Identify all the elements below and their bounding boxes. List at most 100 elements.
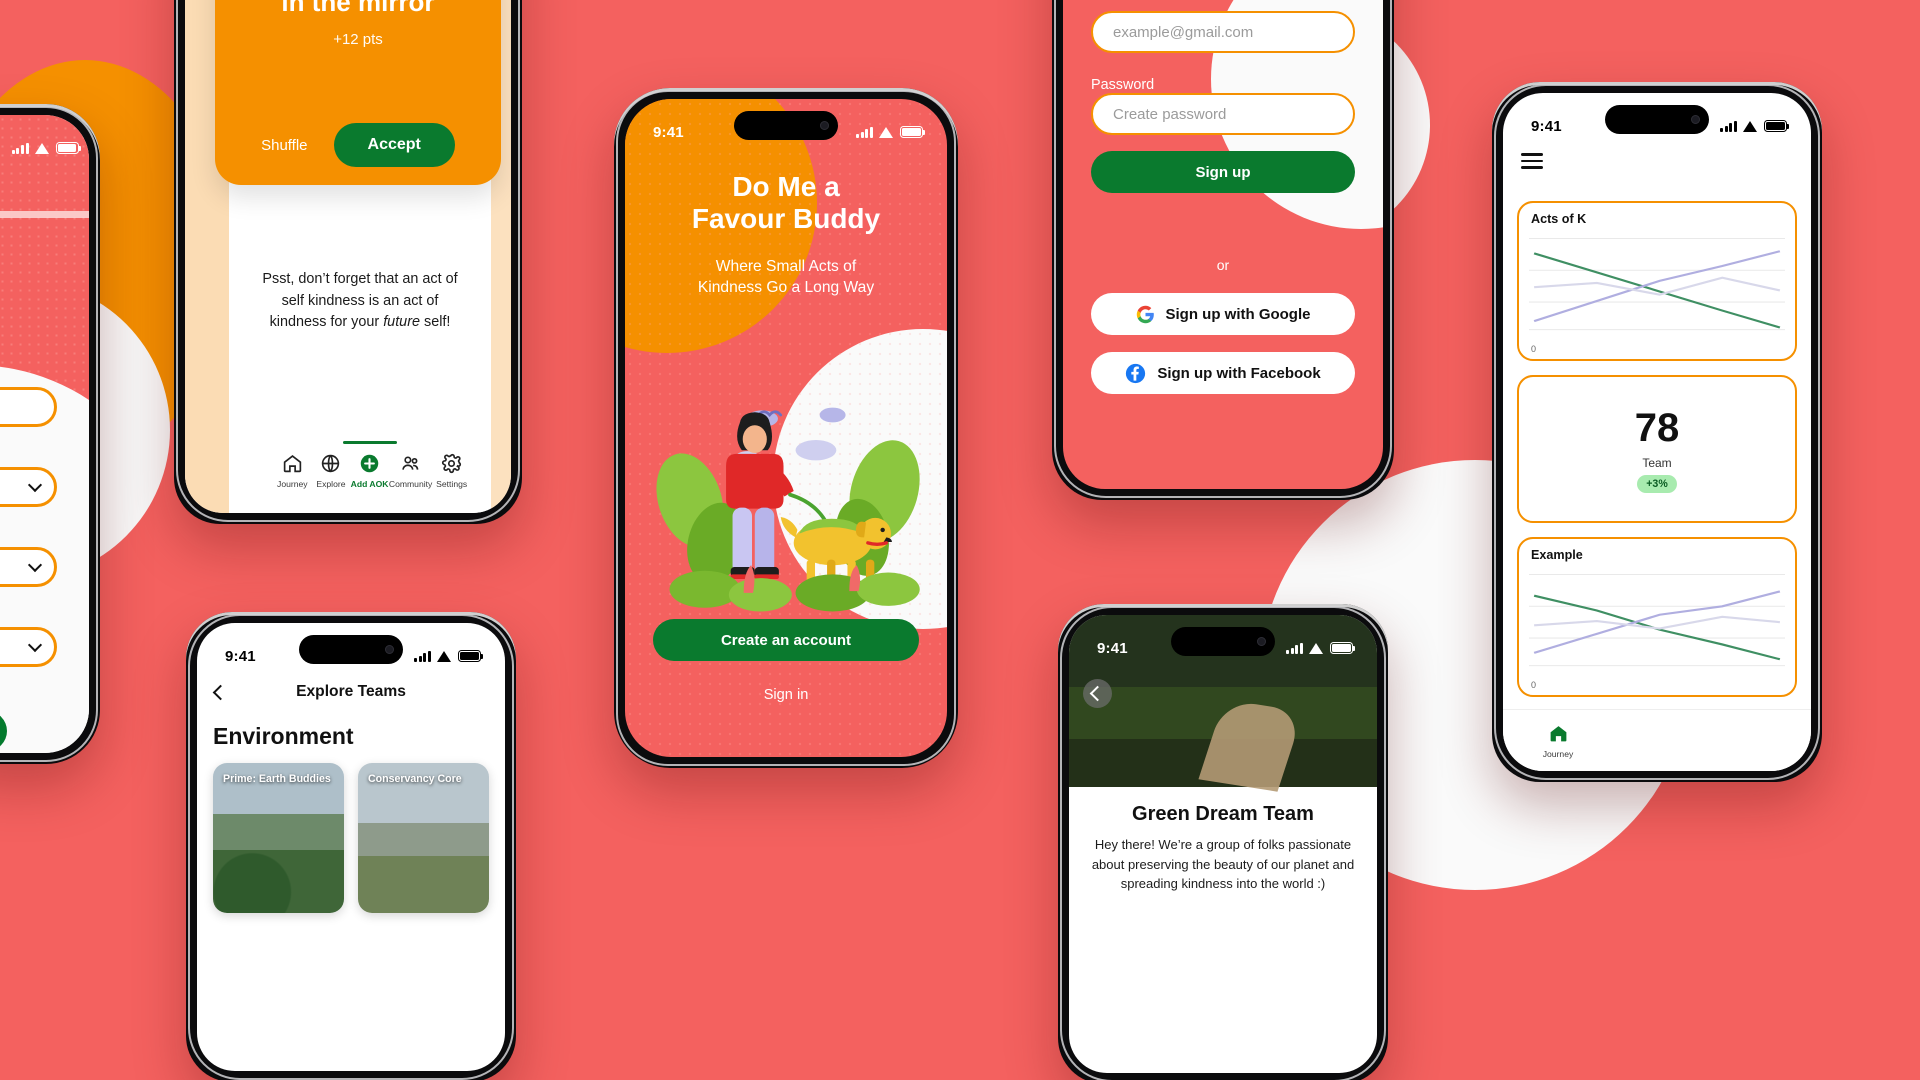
front-camera-icon bbox=[1257, 637, 1266, 646]
battery-icon bbox=[55, 142, 81, 154]
tab-journey[interactable]: Journey bbox=[1529, 723, 1587, 759]
team-card-label: Conservancy Core bbox=[368, 773, 462, 785]
screen-team-detail: 9:41 Green Dream Team Hey there! We’re a… bbox=[1069, 615, 1377, 1073]
app-title-line2: Favour Buddy bbox=[691, 203, 881, 235]
left-form-select-1[interactable] bbox=[0, 467, 57, 507]
woman-walking-dog-illustration bbox=[651, 351, 929, 631]
tab-community[interactable]: Community bbox=[389, 453, 432, 489]
battery-icon bbox=[1330, 642, 1356, 654]
status-bar: 9:41 bbox=[0, 115, 89, 167]
status-time: 9:41 bbox=[225, 647, 256, 665]
tab-settings-label: Settings bbox=[436, 479, 468, 489]
app-tagline-line2: Kindness Go a Long Way bbox=[697, 278, 875, 296]
shuffle-button[interactable]: Shuffle bbox=[261, 137, 307, 154]
bottom-tab-bar: Journey Explore Add AOK Community Settin… bbox=[273, 441, 471, 513]
chevron-down-icon bbox=[27, 637, 43, 653]
phone-mockup-signup: example@gmail.com Password Create passwo… bbox=[1052, 0, 1394, 500]
phone-mockup-explore-teams: 9:41 Explore Teams Environment Prime: Ea… bbox=[186, 612, 516, 1080]
left-form-title-placeholder bbox=[0, 211, 89, 218]
chevron-down-icon bbox=[27, 477, 43, 493]
dashboard-stat-card: 78 Team +3% bbox=[1517, 375, 1797, 523]
gear-icon bbox=[442, 454, 462, 473]
active-tab-indicator bbox=[342, 441, 397, 444]
line-chart-2 bbox=[1529, 566, 1785, 672]
phone-mockup-dashboard: 9:41 Acts of K 0 78 Team +3% Example 0 J… bbox=[1492, 82, 1822, 782]
tab-explore[interactable]: Explore bbox=[312, 453, 351, 489]
signup-with-google-button[interactable]: Sign up with Google bbox=[1091, 293, 1355, 335]
left-form-input-0[interactable] bbox=[0, 387, 57, 427]
screen-signup: example@gmail.com Password Create passwo… bbox=[1063, 0, 1383, 489]
team-description: Hey there! We’re a group of folks passio… bbox=[1091, 837, 1355, 891]
status-time: 9:41 bbox=[1097, 639, 1128, 657]
tab-journey[interactable]: Journey bbox=[273, 453, 312, 489]
signup-with-facebook-label: Sign up with Facebook bbox=[1157, 364, 1321, 382]
home-icon bbox=[283, 455, 302, 473]
screen-add-aok: Psst, don’t forget that an act of self k… bbox=[185, 0, 511, 513]
app-tagline-line1: Where Small Acts of bbox=[715, 258, 857, 275]
stat-caption: Team bbox=[1642, 455, 1672, 470]
app-tagline: Where Small Acts of Kindness Go a Long W… bbox=[625, 257, 947, 298]
screen-explore-teams: 9:41 Explore Teams Environment Prime: Ea… bbox=[197, 623, 505, 1071]
people-icon bbox=[402, 456, 419, 470]
app-title-line1: Do Me a bbox=[732, 171, 840, 202]
dynamic-island bbox=[734, 111, 838, 140]
email-field[interactable]: example@gmail.com bbox=[1091, 11, 1355, 53]
screen-left-form: 9:41 bbox=[0, 115, 89, 753]
signal-bars-icon bbox=[414, 650, 431, 662]
signal-bars-icon bbox=[11, 142, 29, 154]
battery-icon bbox=[1764, 120, 1790, 132]
team-card-list: Prime: Earth Buddies Conservancy Core bbox=[213, 763, 489, 913]
aok-suggestion-card: Smile at yourself in the mirror +12 pts … bbox=[215, 0, 501, 185]
signup-button[interactable]: Sign up bbox=[1091, 151, 1355, 193]
left-form-select-3[interactable] bbox=[0, 627, 57, 667]
left-form-select-2[interactable] bbox=[0, 547, 57, 587]
home-icon bbox=[1550, 725, 1566, 741]
team-card-label: Prime: Earth Buddies bbox=[223, 773, 331, 785]
sign-in-link[interactable]: Sign in bbox=[625, 687, 947, 703]
tab-add-aok-label: Add AOK bbox=[350, 479, 389, 489]
back-button[interactable] bbox=[1083, 679, 1112, 708]
chart-card-1-axis-zero: 0 bbox=[1531, 344, 1537, 354]
signal-bars-icon bbox=[1286, 642, 1303, 654]
front-camera-icon bbox=[1691, 115, 1700, 124]
aok-note-suffix: self! bbox=[420, 314, 451, 331]
aok-content-area: Psst, don’t forget that an act of self k… bbox=[229, 205, 491, 513]
wifi-icon bbox=[34, 142, 50, 154]
hamburger-menu-icon[interactable] bbox=[1521, 149, 1543, 173]
signal-bars-icon bbox=[1720, 120, 1737, 132]
tab-community-label: Community bbox=[388, 479, 433, 489]
chevron-down-icon bbox=[27, 557, 43, 573]
dynamic-island bbox=[1171, 627, 1275, 656]
tab-settings[interactable]: Settings bbox=[432, 453, 471, 489]
aok-card-title-line2: in the mirror bbox=[281, 0, 435, 17]
globe-icon bbox=[322, 454, 340, 473]
google-g-icon bbox=[1136, 305, 1154, 323]
accept-button[interactable]: Accept bbox=[333, 123, 455, 167]
tab-add-aok[interactable]: Add AOK bbox=[342, 441, 397, 489]
dynamic-island bbox=[299, 635, 403, 664]
team-card[interactable]: Prime: Earth Buddies bbox=[213, 763, 344, 913]
phone-mockup-hero-landing: 9:41 Do Me a Favour Buddy Where Small Ac… bbox=[614, 88, 958, 768]
team-card[interactable]: Conservancy Core bbox=[358, 763, 489, 913]
signup-with-facebook-button[interactable]: Sign up with Facebook bbox=[1091, 352, 1355, 394]
signup-with-google-label: Sign up with Google bbox=[1165, 305, 1311, 323]
app-title: Do Me a Favour Buddy bbox=[625, 171, 947, 235]
screen-dashboard: 9:41 Acts of K 0 78 Team +3% Example 0 J… bbox=[1503, 93, 1811, 771]
dynamic-island bbox=[1605, 105, 1709, 134]
chart-card-2-axis-zero: 0 bbox=[1531, 680, 1537, 690]
plus-circle-icon bbox=[360, 454, 379, 473]
tab-journey-label: Journey bbox=[1542, 748, 1574, 759]
signal-bars-icon bbox=[856, 126, 873, 138]
status-time: 9:41 bbox=[653, 123, 684, 141]
line-chart-1 bbox=[1529, 230, 1785, 336]
chart-card-1-title: Acts of K bbox=[1531, 212, 1587, 226]
or-divider-label: or bbox=[1216, 257, 1230, 273]
dashboard-chart-card-1: Acts of K 0 bbox=[1517, 201, 1797, 361]
status-time: 9:41 bbox=[1531, 117, 1562, 135]
wifi-icon bbox=[879, 126, 894, 138]
aok-card-title: Smile at yourself in the mirror bbox=[254, 0, 462, 19]
chevron-left-icon bbox=[1089, 685, 1106, 702]
create-account-button[interactable]: Create an account bbox=[653, 619, 919, 661]
password-field[interactable]: Create password bbox=[1091, 93, 1355, 135]
aok-card-actions: Shuffle Accept bbox=[261, 123, 455, 167]
